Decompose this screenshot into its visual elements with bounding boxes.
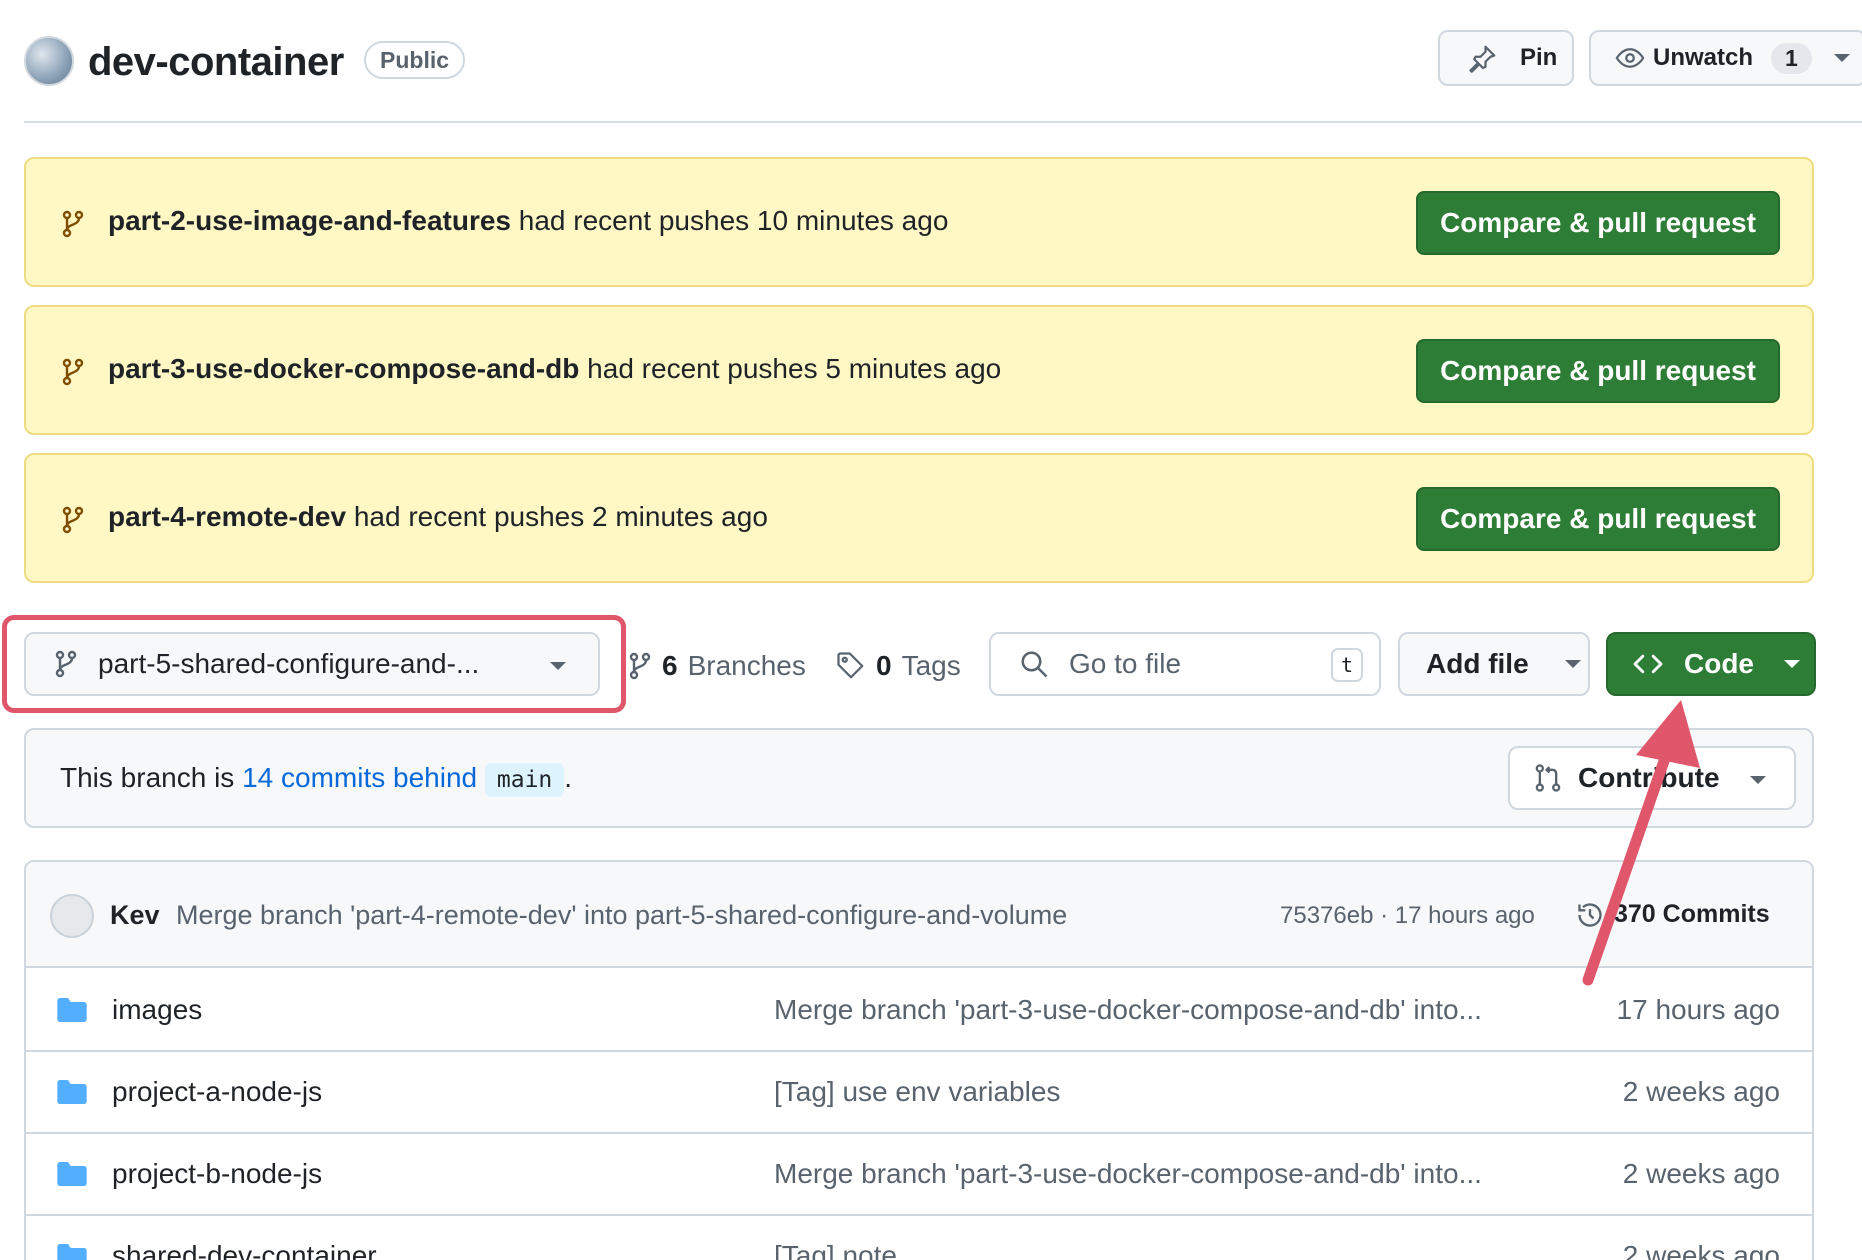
branch-selector[interactable]: part-5-shared-configure-and-... [24,632,600,696]
chevron-down-icon [1784,660,1800,668]
banner-message: had recent pushes 5 minutes ago [579,353,1002,384]
commit-author[interactable]: Kev [110,900,160,931]
tags-link[interactable]: 0 Tags [836,650,961,682]
recent-push-banner: part-3-use-docker-compose-and-db had rec… [24,305,1814,435]
latest-commit-bar: Kev Merge branch 'part-4-remote-dev' int… [26,862,1812,968]
owner-avatar[interactable] [24,36,74,86]
branches-link[interactable]: 6 Branches [628,650,806,682]
banner-text: part-4-remote-dev had recent pushes 2 mi… [108,501,768,533]
branch-selector-label: part-5-shared-configure-and-... [98,648,480,679]
table-row[interactable]: project-b-node-js Merge branch 'part-3-u… [26,1134,1812,1216]
commits-history-link[interactable]: 370 Commits [1576,900,1770,929]
git-branch-icon [62,506,84,534]
folder-icon [57,998,87,1022]
commit-message[interactable]: Merge branch 'part-4-remote-dev' into pa… [176,900,1067,931]
folder-icon [57,1080,87,1104]
go-to-file-placeholder: Go to file [1069,648,1182,679]
branches-label: Branches [687,650,806,681]
contribute-button[interactable]: Contribute [1508,746,1796,810]
file-name[interactable]: project-b-node-js [112,1158,322,1190]
file-table: Kev Merge branch 'part-4-remote-dev' int… [24,860,1814,1260]
banner-message: had recent pushes 10 minutes ago [510,205,949,236]
tag-icon [837,652,864,679]
branches-count: 6 [662,650,678,681]
commits-behind-link[interactable]: 14 commits behind [242,762,477,793]
branch-status-text: This branch is 14 commits behind main. [60,762,573,797]
repo-header: dev-container Public Pin Unwatch 1 [24,24,1862,120]
compare-pull-request-button[interactable]: Compare & pull request [1416,191,1780,255]
tags-label: Tags [901,650,961,681]
git-branch-icon [62,358,84,386]
table-row[interactable]: shared-dev-container [Tag] note 2 weeks … [26,1216,1812,1260]
git-branch-icon [629,652,651,680]
history-icon [1578,902,1602,927]
status-suffix: . [564,762,573,793]
go-to-file-input[interactable]: Go to file t [989,632,1381,696]
pin-icon [1469,45,1496,73]
code-icon [1633,654,1663,674]
code-button[interactable]: Code [1606,632,1816,696]
pull-request-icon [1535,764,1561,792]
file-name[interactable]: project-a-node-js [112,1076,322,1108]
recent-push-banner: part-2-use-image-and-features had recent… [24,157,1814,287]
banner-text: part-2-use-image-and-features had recent… [108,205,948,237]
chevron-down-icon [550,662,566,670]
file-commit-message[interactable]: Merge branch 'part-3-use-docker-compose-… [774,1158,1482,1190]
commit-hash-time[interactable]: 75376eb · 17 hours ago [1280,902,1535,930]
git-branch-icon [55,650,77,678]
avatar[interactable] [50,894,94,938]
file-commit-message[interactable]: [Tag] use env variables [774,1076,1060,1108]
compare-pull-request-button[interactable]: Compare & pull request [1416,339,1780,403]
watch-count: 1 [1771,42,1812,74]
recent-push-banner: part-4-remote-dev had recent pushes 2 mi… [24,453,1814,583]
table-row[interactable]: images Merge branch 'part-3-use-docker-c… [26,970,1812,1052]
git-branch-icon [62,210,84,238]
chevron-down-icon [1750,776,1766,784]
table-row[interactable]: project-a-node-js [Tag] use env variable… [26,1052,1812,1134]
file-commit-time: 17 hours ago [1616,994,1780,1025]
status-prefix: This branch is [60,762,243,793]
add-file-button[interactable]: Add file [1398,632,1590,696]
eye-icon [1615,48,1645,68]
banner-branch[interactable]: part-3-use-docker-compose-and-db [108,353,579,384]
compare-pull-request-button[interactable]: Compare & pull request [1416,487,1780,551]
keyboard-shortcut-hint: t [1331,648,1363,682]
file-commit-time: 2 weeks ago [1622,1076,1780,1107]
chevron-down-icon [1833,54,1850,62]
tags-count: 0 [876,650,892,681]
banner-text: part-3-use-docker-compose-and-db had rec… [108,353,1001,385]
chevron-down-icon [1564,660,1581,668]
header-divider [24,121,1862,123]
add-file-label: Add file [1426,648,1529,679]
unwatch-button[interactable]: Unwatch 1 [1589,30,1862,86]
base-branch-chip[interactable]: main [484,763,565,797]
unwatch-label: Unwatch [1653,44,1754,71]
pin-button[interactable]: Pin [1438,30,1574,86]
search-icon [1021,651,1048,678]
file-commit-message[interactable]: [Tag] note [774,1240,897,1260]
visibility-badge: Public [364,41,466,79]
banner-message: had recent pushes 2 minutes ago [346,501,768,532]
code-label: Code [1684,648,1754,679]
file-commit-message[interactable]: Merge branch 'part-3-use-docker-compose-… [774,994,1482,1026]
banner-branch[interactable]: part-2-use-image-and-features [108,205,511,236]
folder-icon [57,1244,87,1260]
repo-title[interactable]: dev-container [88,40,344,85]
folder-icon [57,1162,87,1186]
pin-label: Pin [1520,44,1558,71]
file-commit-time: 2 weeks ago [1622,1158,1780,1189]
contribute-label: Contribute [1578,762,1720,793]
file-name[interactable]: images [112,994,202,1026]
commits-count: 370 Commits [1614,900,1770,928]
banner-branch[interactable]: part-4-remote-dev [108,501,346,532]
branch-status-bar: This branch is 14 commits behind main. C… [24,728,1814,828]
file-name[interactable]: shared-dev-container [112,1240,377,1260]
file-commit-time: 2 weeks ago [1622,1240,1780,1260]
repo-toolbar: part-5-shared-configure-and-... 6 Branch… [0,610,1862,713]
